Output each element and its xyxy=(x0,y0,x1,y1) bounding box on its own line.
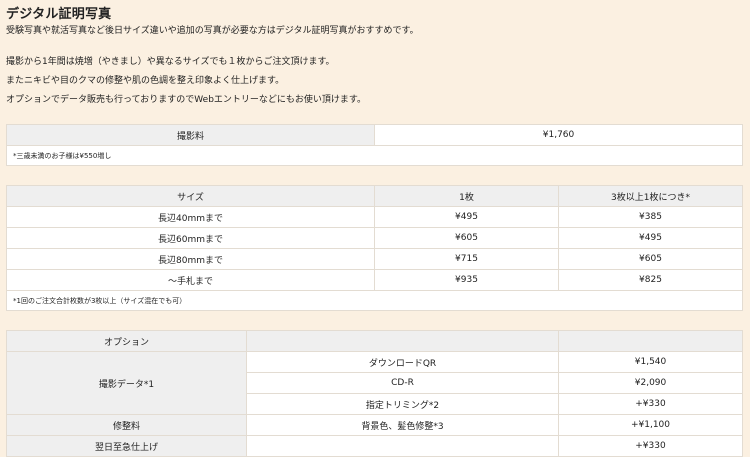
price-cell: ¥935 xyxy=(374,269,559,291)
option-item: CD-R xyxy=(246,372,559,394)
price-cell: ¥715 xyxy=(374,248,559,270)
option-item: ダウンロードQR xyxy=(246,351,559,373)
col-header-empty xyxy=(558,330,743,352)
price-cell: ¥825 xyxy=(558,269,743,291)
option-price: +¥1,100 xyxy=(558,414,743,436)
table-row: *三歳未満のお子様は¥550増し xyxy=(6,145,743,166)
size-table: サイズ 1枚 3枚以上1枚につき* 長辺40mmまで ¥495 ¥385 長辺6… xyxy=(6,185,743,311)
price-cell: ¥605 xyxy=(374,227,559,249)
option-price: ¥2,090 xyxy=(558,372,743,394)
table-row: 撮影料 ¥1,760 xyxy=(6,124,743,146)
table-row: 長辺60mmまで ¥605 ¥495 xyxy=(6,227,743,249)
table-row: *1回のご注文合計枚数が3枚以上（サイズ混在でも可） xyxy=(6,290,743,311)
option-item: 指定トリミング*2 xyxy=(246,393,559,415)
option-item-empty xyxy=(246,435,559,457)
price-cell: ¥495 xyxy=(374,206,559,228)
col-header-single: 1枚 xyxy=(374,185,559,207)
table-row: 〜手札まで ¥935 ¥825 xyxy=(6,269,743,291)
fee-label: 撮影料 xyxy=(6,124,375,146)
price-cell: ¥605 xyxy=(558,248,743,270)
desc-line-3: オプションでデータ販売も行っておりますのでWebエントリーなどにもお使い頂けます… xyxy=(6,95,367,105)
data-option-label: 撮影データ*1 xyxy=(6,351,247,415)
size-cell: 長辺80mmまで xyxy=(6,248,375,270)
size-cell: 長辺40mmまで xyxy=(6,206,375,228)
desc-line-2: またニキビや目のクマの修整や肌の色調を整え印象よく仕上げます。 xyxy=(6,76,285,86)
table-row: 長辺40mmまで ¥495 ¥385 xyxy=(6,206,743,228)
table-row: 修整料 背景色、髪色修整*3 +¥1,100 xyxy=(6,414,743,436)
option-price: ¥1,540 xyxy=(558,351,743,373)
desc-line-1: 撮影から1年間は焼増（やきまし）や異なるサイズでも１枚からご注文頂けます。 xyxy=(6,57,335,67)
fee-note: *三歳未満のお子様は¥550増し xyxy=(6,145,743,166)
col-header-size: サイズ xyxy=(6,185,375,207)
retouch-label: 修整料 xyxy=(6,414,247,436)
intro-text: 受験写真や就活写真など後日サイズ違いや追加の写真が必要な方はデジタル証明写真がお… xyxy=(6,26,419,36)
page: デジタル証明写真 受験写真や就活写真など後日サイズ違いや追加の写真が必要な方はデ… xyxy=(0,0,750,457)
price-cell: ¥385 xyxy=(558,206,743,228)
col-header-empty xyxy=(246,330,559,352)
rush-label: 翌日至急仕上げ xyxy=(6,435,247,457)
price-cell: ¥495 xyxy=(558,227,743,249)
option-item: 背景色、髪色修整*3 xyxy=(246,414,559,436)
table-row: 翌日至急仕上げ +¥330 xyxy=(6,435,743,457)
size-cell: 〜手札まで xyxy=(6,269,375,291)
table-row: 撮影データ*1 ダウンロードQR ¥1,540 xyxy=(6,351,743,415)
option-table: オプション 撮影データ*1 ダウンロードQR ¥1,540 CD-R ¥2,09… xyxy=(6,330,743,457)
fee-table: 撮影料 ¥1,760 *三歳未満のお子様は¥550増し xyxy=(6,124,743,166)
table-header-row: サイズ 1枚 3枚以上1枚につき* xyxy=(6,185,743,207)
table-row: 長辺80mmまで ¥715 ¥605 xyxy=(6,248,743,270)
size-cell: 長辺60mmまで xyxy=(6,227,375,249)
fee-value: ¥1,760 xyxy=(374,124,743,146)
col-header-bulk: 3枚以上1枚につき* xyxy=(558,185,743,207)
page-title: デジタル証明写真 xyxy=(6,7,112,22)
option-price: +¥330 xyxy=(558,435,743,457)
col-header-option: オプション xyxy=(6,330,247,352)
size-note: *1回のご注文合計枚数が3枚以上（サイズ混在でも可） xyxy=(6,290,743,311)
table-header-row: オプション xyxy=(6,330,743,352)
option-price: +¥330 xyxy=(558,393,743,415)
